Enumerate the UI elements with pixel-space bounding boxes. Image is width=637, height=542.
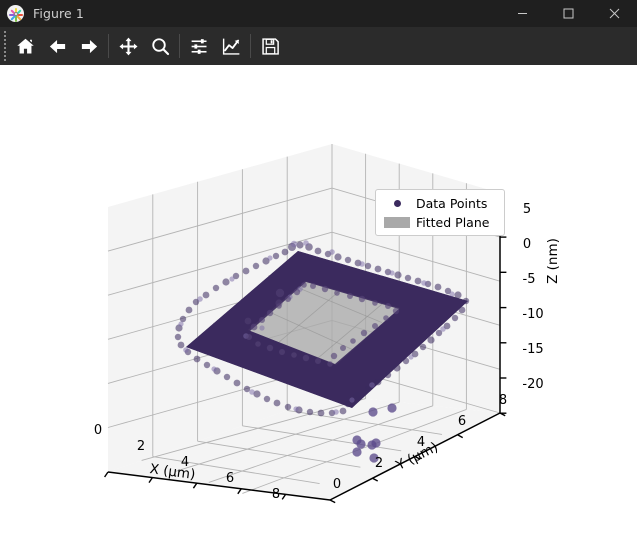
y-tick-label: 6	[458, 414, 466, 429]
line-chart-icon	[222, 38, 239, 55]
maximize-icon	[563, 8, 573, 19]
x-tick-label: 8	[272, 487, 280, 502]
title-bar: Figure 1	[0, 0, 637, 27]
x-tick-label: 2	[137, 439, 145, 454]
move-icon	[118, 37, 138, 55]
forward-button[interactable]	[73, 30, 105, 62]
y-tick-label: 0	[333, 477, 341, 492]
save-button[interactable]	[254, 30, 286, 62]
toolbar-separator	[179, 34, 180, 58]
zoom-button[interactable]	[144, 30, 176, 62]
legend[interactable]: Data Points Fitted Plane	[375, 189, 505, 236]
figure-canvas[interactable]: 0 2 4 6 8 0 2 4 6 8 5 0 -5 -10 -15 -20 X…	[0, 65, 637, 542]
z-tick-label: -5	[523, 272, 536, 287]
legend-entry-data-points: Data Points	[382, 194, 496, 213]
back-button[interactable]	[41, 30, 73, 62]
toolbar-separator	[108, 34, 109, 58]
legend-entry-fitted-plane: Fitted Plane	[382, 213, 496, 232]
window-title: Figure 1	[33, 6, 84, 21]
z-tick-label: -20	[522, 377, 543, 392]
x-tick-label: 0	[94, 423, 102, 438]
floppy-disk-icon	[261, 37, 279, 55]
legend-marker-patch-icon	[382, 217, 412, 228]
home-icon	[16, 38, 34, 53]
z-axis-label: Z (nm)	[545, 238, 561, 284]
navigation-toolbar	[0, 27, 637, 65]
matplotlib-logo-icon	[7, 5, 24, 22]
y-tick-label: 8	[499, 393, 507, 408]
pan-button[interactable]	[112, 30, 144, 62]
window-controls	[499, 0, 637, 27]
axes3d-plot: 0 2 4 6 8 0 2 4 6 8 5 0 -5 -10 -15 -20 X…	[94, 144, 561, 504]
maximize-button[interactable]	[545, 0, 591, 27]
toolbar-grip-handle[interactable]	[0, 27, 9, 65]
home-button[interactable]	[9, 30, 41, 62]
close-button[interactable]	[591, 0, 637, 27]
legend-label: Data Points	[416, 196, 488, 211]
legend-label: Fitted Plane	[416, 215, 490, 230]
legend-marker-circle-icon	[382, 200, 412, 207]
y-tick-label: 2	[375, 456, 383, 471]
toolbar-separator	[250, 34, 251, 58]
figure-window: Figure 1 0 2 4 6 8 0 2 4 6 8 5 0 -5 -10 …	[0, 0, 637, 542]
arrow-right-icon	[81, 39, 97, 53]
z-tick-labels: 5 0 -5 -10 -15 -20	[522, 202, 543, 392]
customize-button[interactable]	[215, 30, 247, 62]
minimize-button[interactable]	[499, 0, 545, 27]
z-tick-label: -15	[522, 342, 543, 357]
z-tick-label: 0	[523, 237, 531, 252]
subplots-button[interactable]	[183, 30, 215, 62]
magnifier-icon	[151, 37, 169, 55]
z-tick-label: 5	[523, 202, 531, 217]
close-icon	[609, 8, 619, 19]
z-tick-label: -10	[522, 307, 543, 322]
minimize-icon	[517, 13, 527, 14]
arrow-left-icon	[49, 39, 65, 53]
sliders-icon	[191, 38, 206, 54]
x-tick-label: 6	[226, 471, 234, 486]
